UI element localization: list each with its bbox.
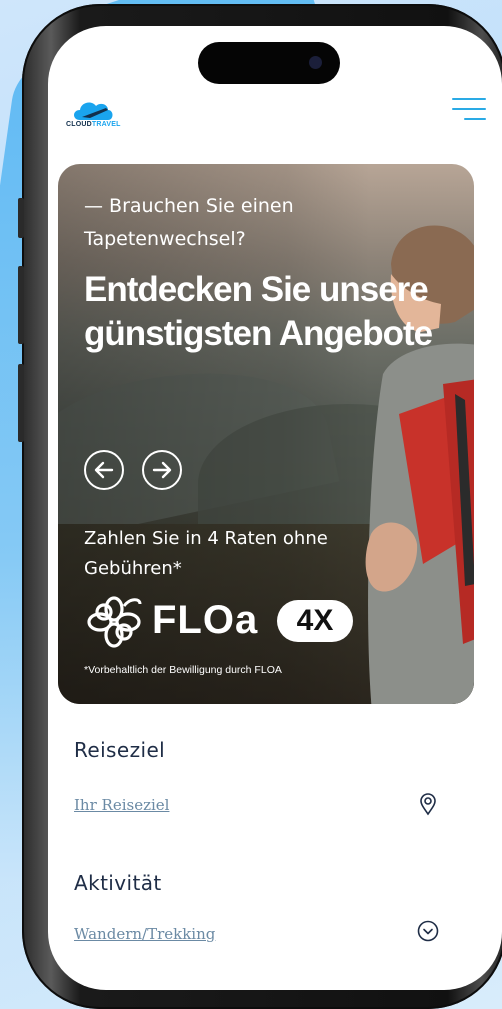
logo-text-accent: TRAVEL bbox=[91, 121, 121, 128]
arrow-right-glyph bbox=[152, 461, 172, 479]
floa-disclaimer: *Vorbehaltlich der Bewilligung durch FLO… bbox=[84, 664, 282, 676]
chevron-down-circle-icon[interactable] bbox=[416, 919, 440, 943]
dynamic-island bbox=[198, 42, 340, 84]
activity-select[interactable]: Wandern/Trekking bbox=[74, 925, 446, 953]
activity-label: Aktivität bbox=[74, 871, 162, 895]
floa-wordmark: FLOa bbox=[152, 598, 259, 642]
phone-screen: CLOUDTRAVEL — Brauchen Sie einen Tapeten… bbox=[48, 26, 502, 990]
phone-side-button bbox=[18, 364, 24, 442]
floa-4x-badge: 4X bbox=[277, 600, 353, 642]
phone-side-button bbox=[18, 266, 24, 344]
arrow-right-circle-icon[interactable] bbox=[142, 450, 182, 490]
hero-kicker: — Brauchen Sie einen Tapetenwechsel? bbox=[84, 195, 294, 250]
arrow-left-glyph bbox=[94, 461, 114, 479]
arrow-left-circle-icon[interactable] bbox=[84, 450, 124, 490]
cloudtravel-logo[interactable] bbox=[66, 96, 146, 136]
logo-text-primary: CLOUD bbox=[66, 121, 92, 128]
destination-label: Reiseziel bbox=[74, 738, 166, 762]
cloud-plane-logo-icon bbox=[74, 102, 113, 120]
destination-input[interactable]: Ihr Reiseziel bbox=[74, 796, 446, 824]
hero-title: Entdecken Sie unsere günstigsten Angebot… bbox=[84, 270, 433, 353]
hero-banner: — Brauchen Sie einen Tapetenwechsel? Ent… bbox=[58, 164, 474, 704]
front-camera bbox=[309, 56, 322, 69]
location-pin-icon[interactable] bbox=[416, 792, 440, 816]
logo-wordmark: CLOUDTRAVEL bbox=[66, 121, 121, 128]
installment-text: Zahlen Sie in 4 Raten ohne Gebühren* bbox=[84, 528, 328, 579]
floa-flower-icon bbox=[87, 596, 142, 648]
phone-side-button bbox=[18, 198, 24, 238]
screenshot-stage: CLOUDTRAVEL — Brauchen Sie einen Tapeten… bbox=[0, 0, 502, 1009]
floa-logo: FLOa 4X bbox=[84, 596, 414, 650]
hamburger-menu-icon[interactable] bbox=[446, 96, 486, 126]
